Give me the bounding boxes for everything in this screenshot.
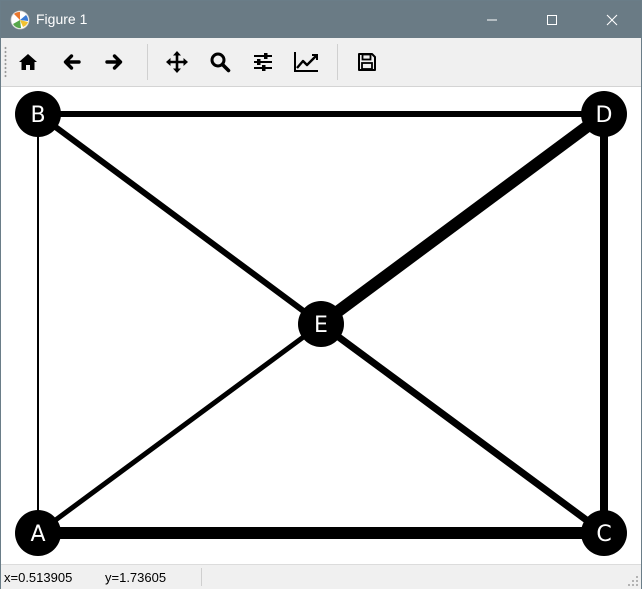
status-separator (201, 568, 202, 586)
toolbar-separator (147, 44, 148, 80)
cursor-y-readout: y=1.73605 (105, 570, 167, 585)
toolbar-separator (337, 44, 338, 80)
edge-e-c (318, 321, 607, 536)
configure-subplots-button[interactable] (247, 46, 279, 78)
title-bar[interactable]: Figure 1 (1, 1, 641, 38)
edge-e-d (317, 109, 608, 329)
cursor-x-readout: x=0.513905 (4, 570, 73, 585)
node-label-c: C (596, 522, 611, 547)
sliders-icon (254, 53, 272, 71)
status-bar: x=0.513905 y=1.73605 (1, 564, 641, 589)
arrow-left-icon (63, 54, 81, 70)
node-label-e: E (314, 313, 328, 338)
home-button[interactable] (12, 46, 44, 78)
zoom-button[interactable] (204, 46, 236, 78)
edge-b-e (36, 111, 323, 327)
back-button[interactable] (56, 46, 88, 78)
figure-window: Figure 1 A B C D E x=0.513905 y=1.73605 (0, 0, 642, 589)
floppy-disk-icon (358, 53, 376, 71)
edit-axes-button[interactable] (290, 46, 322, 78)
navigation-toolbar (1, 38, 641, 87)
pan-button[interactable] (161, 46, 193, 78)
forward-button[interactable] (98, 46, 130, 78)
minimize-icon (487, 19, 497, 20)
edge-a-e (36, 321, 323, 536)
move-arrows-icon (166, 51, 188, 73)
window-title: Figure 1 (36, 11, 88, 27)
close-button[interactable] (589, 1, 635, 38)
toolbar-grip[interactable] (4, 46, 7, 78)
minimize-button[interactable] (469, 1, 515, 38)
close-icon (606, 14, 618, 25)
magnifier-icon (210, 52, 231, 73)
matplotlib-logo-icon (10, 10, 30, 30)
home-icon (19, 54, 37, 70)
line-chart-icon (294, 52, 318, 72)
network-graph[interactable]: A B C D E (1, 87, 641, 564)
node-label-d: D (596, 103, 613, 128)
arrow-right-icon (105, 54, 123, 70)
save-button[interactable] (351, 46, 383, 78)
node-label-a: A (30, 522, 45, 547)
maximize-button[interactable] (529, 1, 575, 38)
maximize-icon (547, 14, 557, 25)
figure-canvas[interactable]: A B C D E (1, 87, 641, 564)
node-label-b: B (30, 103, 45, 128)
size-grip-icon[interactable] (627, 575, 639, 587)
